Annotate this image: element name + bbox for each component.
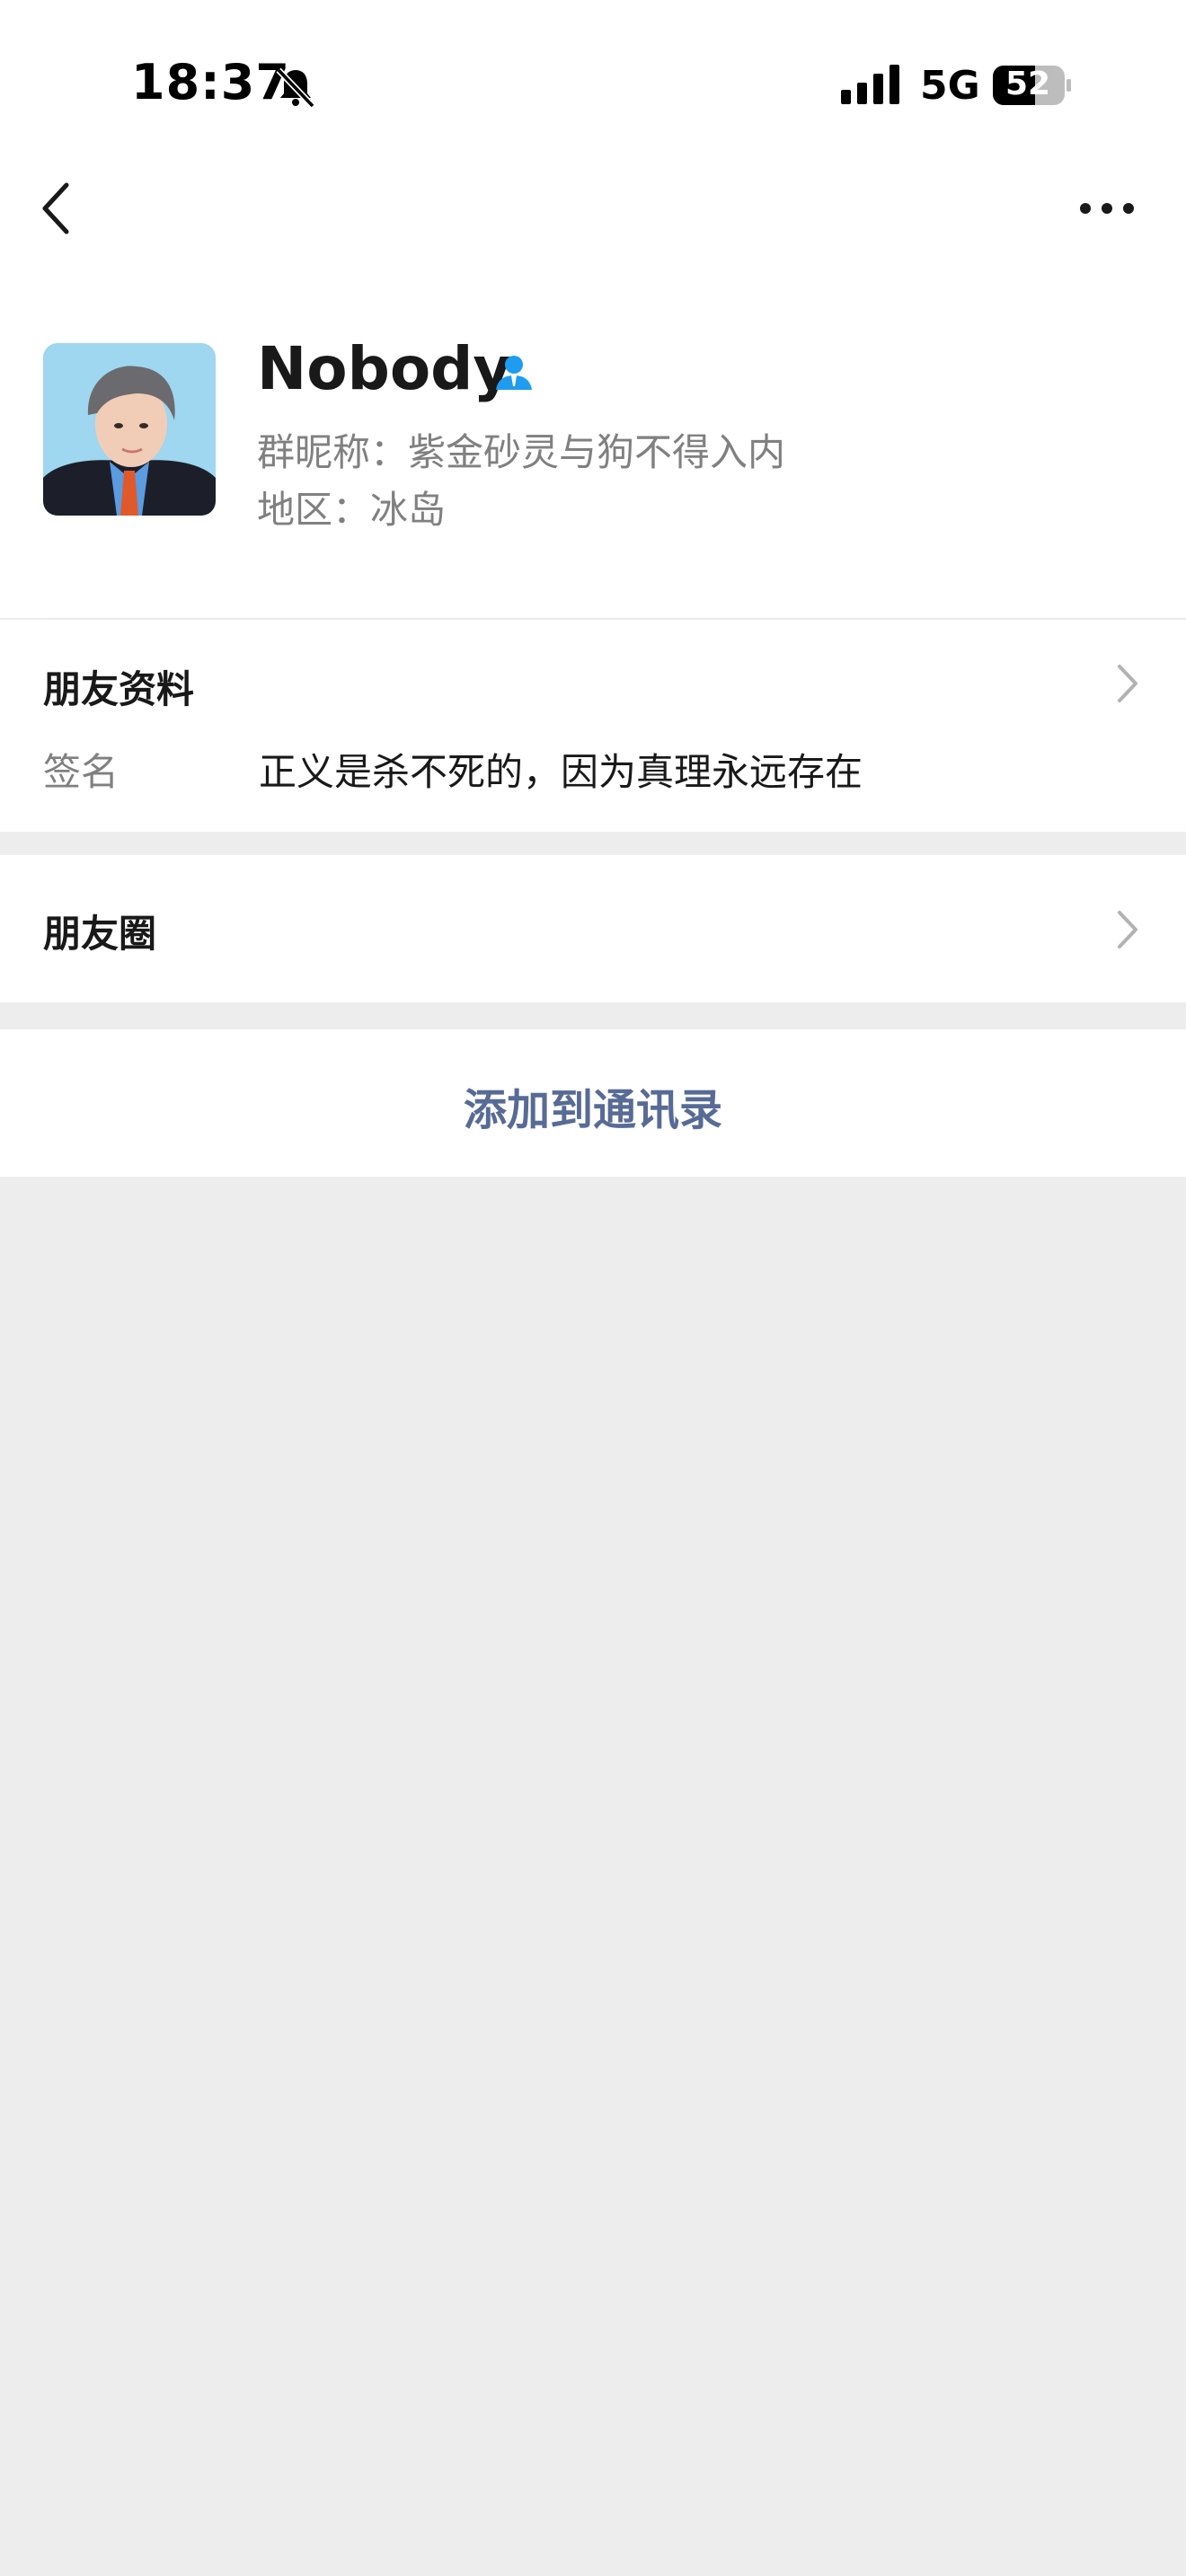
friend-info-title: 朋友资料 — [43, 667, 195, 711]
profile-name: Nobody — [257, 334, 512, 403]
region: 地区：冰岛 — [257, 488, 447, 532]
avatar[interactable] — [43, 343, 216, 516]
add-to-contacts-label: 添加到通讯录 — [463, 1085, 722, 1135]
status-time: 18:37 — [131, 54, 290, 110]
network-type: 5G — [920, 63, 980, 109]
signature-label: 签名 — [43, 750, 119, 794]
moments-row[interactable] — [0, 855, 1186, 1002]
person-icon — [496, 356, 532, 390]
friend-info-row[interactable] — [0, 620, 1186, 832]
status-bar: 18:37 5G 52 — [0, 0, 1186, 171]
back-arrow-icon[interactable] — [36, 180, 75, 237]
signature-value: 正义是杀不死的，因为真理永远存在 — [259, 750, 863, 794]
chevron-right-icon — [1118, 665, 1137, 702]
moments-label: 朋友圈 — [43, 912, 157, 956]
chevron-right-icon — [1118, 911, 1137, 948]
battery-level: 52 — [1005, 66, 1051, 102]
bell-slash-icon — [276, 67, 315, 109]
group-nickname: 群昵称：紫金砂灵与狗不得入内 — [257, 430, 786, 474]
more-icon[interactable] — [1078, 199, 1136, 217]
signal-icon — [841, 65, 899, 104]
